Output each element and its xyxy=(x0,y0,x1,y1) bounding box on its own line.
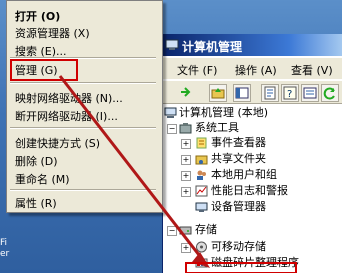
annotation-arrow xyxy=(58,75,297,273)
